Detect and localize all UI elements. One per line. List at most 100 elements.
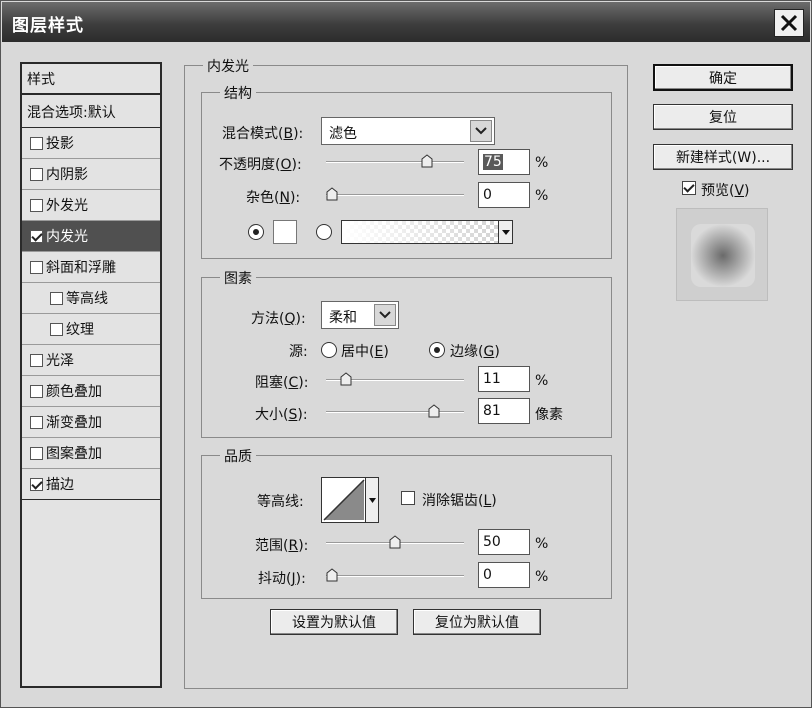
preview-checkbox[interactable] xyxy=(682,181,696,195)
blend-mode-label: 混合模式(B): xyxy=(222,126,304,142)
size-slider[interactable] xyxy=(326,402,464,422)
style-item-label: 图案叠加 xyxy=(46,446,102,462)
style-item-checkbox[interactable] xyxy=(30,384,43,398)
slider-thumb-icon[interactable] xyxy=(326,568,338,582)
anti-alias-label[interactable]: 消除锯齿(L) xyxy=(422,490,497,510)
style-item-checkbox[interactable] xyxy=(30,136,43,150)
gradient-radio[interactable] xyxy=(316,224,332,240)
style-item-10[interactable]: 图案叠加 xyxy=(22,438,160,469)
style-item-blend-options[interactable]: 混合选项:默认 xyxy=(22,97,160,128)
dialog-title: 图层样式 xyxy=(12,16,84,36)
noise-slider[interactable] xyxy=(326,185,464,205)
opacity-slider[interactable] xyxy=(326,152,464,172)
jitter-input[interactable]: 0 xyxy=(478,562,530,588)
size-input[interactable]: 81 xyxy=(478,398,530,424)
preview-label[interactable]: 预览(V) xyxy=(701,180,750,200)
size-unit: 像素 xyxy=(535,407,563,423)
blend-mode-select[interactable]: 滤色 xyxy=(321,117,495,145)
reset-button[interactable]: 复位 xyxy=(653,104,793,130)
slider-thumb-icon[interactable] xyxy=(340,372,352,386)
slider-thumb-icon[interactable] xyxy=(389,535,401,549)
slider-thumb-icon[interactable] xyxy=(421,154,433,168)
slider-track xyxy=(326,161,464,163)
style-item-checkbox[interactable] xyxy=(30,229,43,243)
close-icon xyxy=(780,14,798,32)
technique-select[interactable]: 柔和 xyxy=(321,301,399,329)
style-item-label: 光泽 xyxy=(46,353,74,369)
style-item-4[interactable]: 斜面和浮雕 xyxy=(22,252,160,283)
style-item-label: 等高线 xyxy=(66,291,108,307)
style-item-label: 渐变叠加 xyxy=(46,415,102,431)
make-default-button[interactable]: 设置为默认值 xyxy=(270,609,398,635)
style-item-5[interactable]: 等高线 xyxy=(22,283,160,314)
style-item-label: 投影 xyxy=(46,136,74,152)
jitter-slider[interactable] xyxy=(326,566,464,586)
style-item-1[interactable]: 内阴影 xyxy=(22,159,160,190)
color-radio[interactable] xyxy=(248,224,264,240)
range-unit: % xyxy=(535,536,549,552)
reset-default-button[interactable]: 复位为默认值 xyxy=(413,609,541,635)
glow-color-swatch[interactable] xyxy=(273,220,297,244)
source-edge-radio[interactable] xyxy=(429,342,445,358)
source-center-radio[interactable] xyxy=(321,342,337,358)
style-item-label: 斜面和浮雕 xyxy=(46,260,116,276)
title-bar[interactable]: 图层样式 xyxy=(2,2,810,42)
range-label: 范围(R): xyxy=(255,538,309,554)
style-item-checkbox[interactable] xyxy=(30,477,43,491)
slider-thumb-icon[interactable] xyxy=(428,404,440,418)
quality-legend: 品质 xyxy=(220,446,256,466)
new-style-button[interactable]: 新建样式(W)... xyxy=(653,144,793,170)
noise-input[interactable]: 0 xyxy=(478,182,530,208)
style-item-checkbox[interactable] xyxy=(30,167,43,181)
style-preview-thumbnail xyxy=(676,208,768,301)
style-item-checkbox[interactable] xyxy=(30,198,43,212)
slider-thumb-icon[interactable] xyxy=(326,187,338,201)
range-input[interactable]: 50 xyxy=(478,529,530,555)
source-center-label[interactable]: 居中(E) xyxy=(341,341,389,361)
choke-slider[interactable] xyxy=(326,370,464,390)
style-item-3[interactable]: 内发光 xyxy=(22,221,160,252)
gradient-picker[interactable] xyxy=(341,220,513,244)
slider-track xyxy=(326,194,464,196)
style-item-label: 内发光 xyxy=(46,229,88,245)
contour-dropdown-icon[interactable] xyxy=(365,478,378,522)
style-item-6[interactable]: 纹理 xyxy=(22,314,160,345)
style-item-0[interactable]: 投影 xyxy=(22,128,160,159)
range-slider[interactable] xyxy=(326,533,464,553)
chevron-down-icon xyxy=(470,120,492,142)
jitter-unit: % xyxy=(535,569,549,585)
choke-unit: % xyxy=(535,373,549,389)
style-item-7[interactable]: 光泽 xyxy=(22,345,160,376)
style-list-header[interactable]: 样式 xyxy=(22,64,160,95)
blend-mode-value: 滤色 xyxy=(329,126,357,142)
contour-picker[interactable] xyxy=(321,477,379,523)
style-item-9[interactable]: 渐变叠加 xyxy=(22,407,160,438)
style-item-11[interactable]: 描边 xyxy=(22,469,160,500)
style-item-checkbox[interactable] xyxy=(30,446,43,460)
style-item-checkbox[interactable] xyxy=(30,353,43,367)
ok-button[interactable]: 确定 xyxy=(653,64,793,91)
elements-legend: 图素 xyxy=(220,268,256,288)
chevron-down-icon xyxy=(374,304,396,326)
layer-style-dialog: 图层样式 样式 混合选项:默认 投影内阴影外发光内发光斜面和浮雕等高线纹理光泽颜… xyxy=(0,0,812,708)
technique-value: 柔和 xyxy=(329,310,357,326)
style-item-8[interactable]: 颜色叠加 xyxy=(22,376,160,407)
style-item-checkbox[interactable] xyxy=(50,322,63,336)
style-item-checkbox[interactable] xyxy=(50,291,63,305)
slider-track xyxy=(326,575,464,577)
choke-input[interactable]: 11 xyxy=(478,366,530,392)
style-item-label: 纹理 xyxy=(66,322,94,338)
technique-label: 方法(Q): xyxy=(251,311,306,327)
gradient-dropdown-icon[interactable] xyxy=(498,221,512,243)
anti-alias-checkbox[interactable] xyxy=(401,491,415,505)
style-item-label: 内阴影 xyxy=(46,167,88,183)
style-item-checkbox[interactable] xyxy=(30,415,43,429)
style-item-checkbox[interactable] xyxy=(30,260,43,274)
source-edge-label[interactable]: 边缘(G) xyxy=(450,341,500,361)
style-item-2[interactable]: 外发光 xyxy=(22,190,160,221)
opacity-input[interactable]: 75 xyxy=(478,149,530,175)
close-button[interactable] xyxy=(774,9,804,37)
style-item-label: 外发光 xyxy=(46,198,88,214)
contour-label: 等高线: xyxy=(257,494,304,510)
opacity-unit: % xyxy=(535,155,549,171)
